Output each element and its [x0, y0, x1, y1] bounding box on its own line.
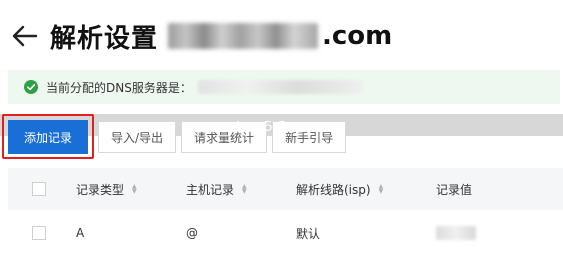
column-header-host[interactable]: 主机记录 ▲ ▼: [186, 181, 247, 198]
sort-icon[interactable]: ▲ ▼: [242, 184, 247, 195]
row-checkbox[interactable]: [32, 226, 46, 240]
table-row: A @ 默认: [8, 214, 563, 252]
column-header-type[interactable]: 记录类型 ▲ ▼: [76, 181, 137, 198]
import-export-button[interactable]: 导入/导出: [98, 121, 177, 153]
dns-server-notice: 当前分配的DNS服务器是：: [8, 70, 560, 104]
sort-icon[interactable]: ▲ ▼: [132, 184, 137, 195]
dns-settings-page: 解析设置 .com 当前分配的DNS服务器是： 添加记录 导入/导出 请求量统计…: [0, 0, 563, 254]
domain-mask: [168, 23, 319, 49]
resolution-line: 默认: [296, 226, 321, 241]
sort-icon[interactable]: ▲ ▼: [379, 184, 384, 195]
domain-suffix: .com: [322, 21, 393, 51]
record-value-mask: [436, 226, 476, 240]
page-title: 解析设置: [50, 23, 159, 54]
check-circle-icon: [24, 80, 38, 94]
highlight-box: [2, 114, 94, 159]
table-header: 记录类型 ▲ ▼ 主机记录 ▲ ▼ 解析线路(isp) ▲ ▼ 记录值: [8, 168, 563, 210]
select-all-checkbox[interactable]: [32, 182, 46, 196]
record-type: A: [76, 226, 85, 240]
record-value: [436, 226, 476, 240]
host-record: @: [186, 226, 198, 240]
watermark: Amu5.Com: [233, 118, 309, 135]
column-header-line[interactable]: 解析线路(isp) ▲ ▼: [296, 181, 383, 198]
page-header: 解析设置 .com: [10, 14, 392, 58]
back-arrow-icon[interactable]: [10, 21, 40, 51]
notice-text: 当前分配的DNS服务器是：: [46, 80, 192, 95]
dns-server-mask: [197, 80, 363, 94]
column-header-value: 记录值: [436, 182, 473, 197]
